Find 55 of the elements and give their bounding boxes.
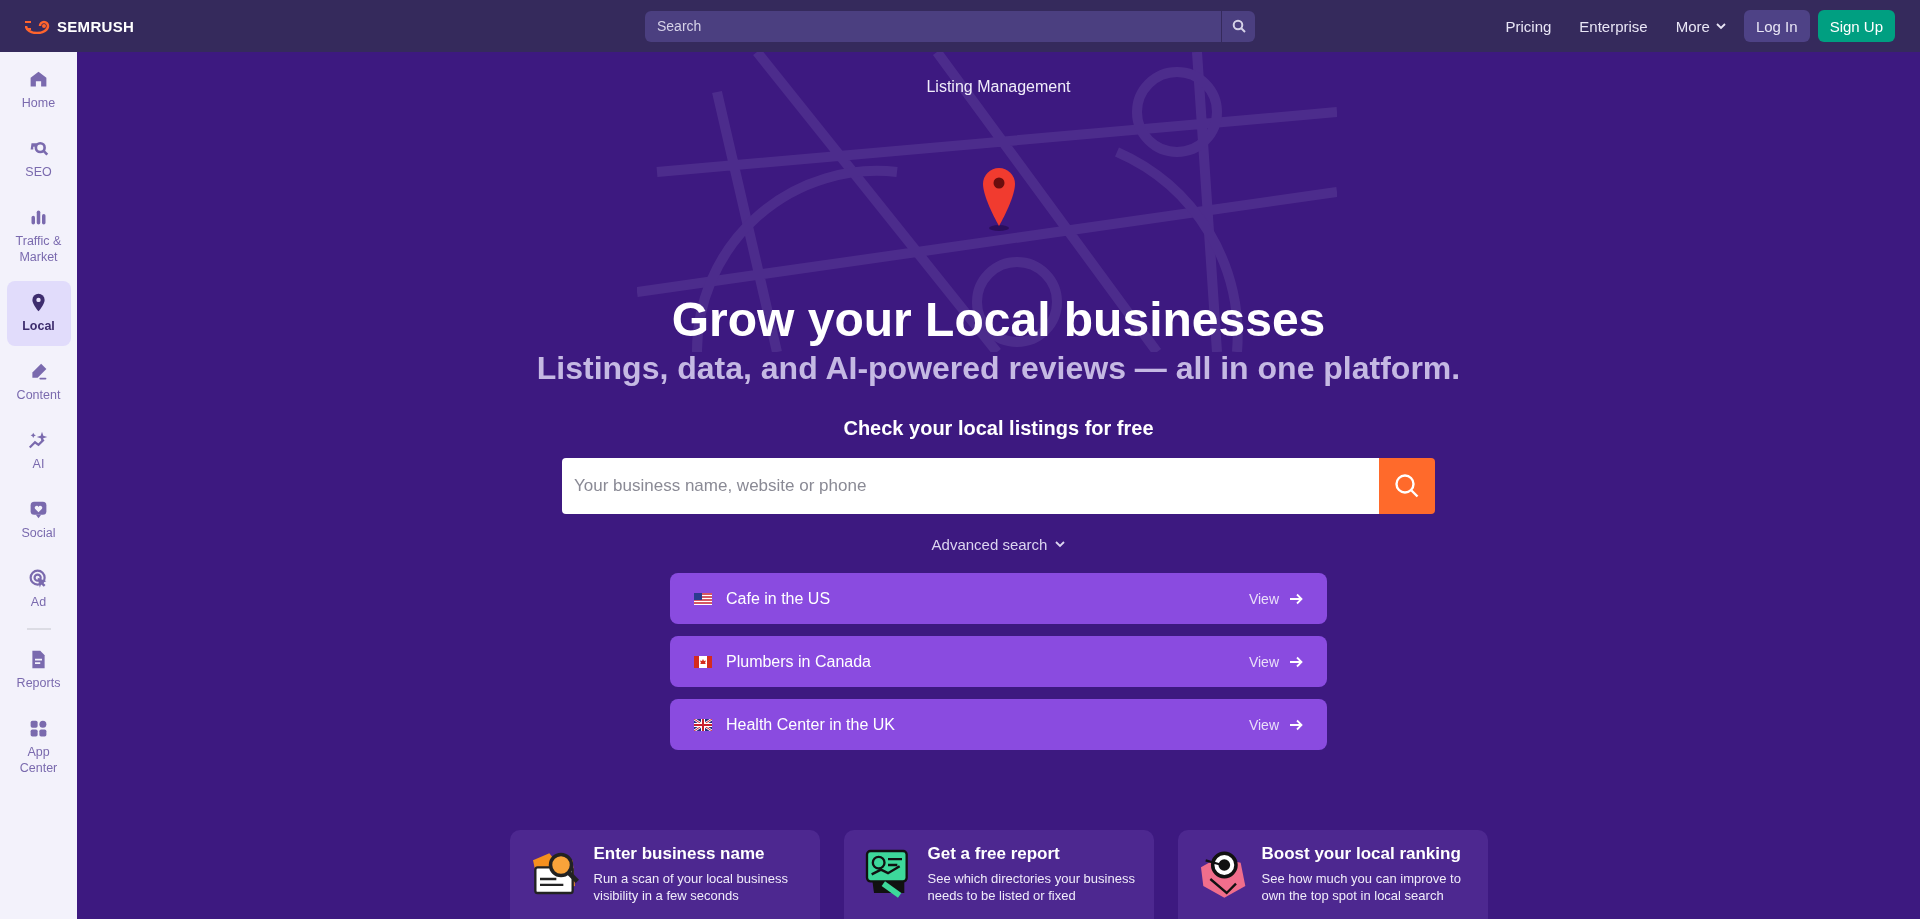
step-description: Run a scan of your local business visibility in a few seconds: [593, 870, 789, 904]
arrow-right-icon: [1289, 655, 1303, 668]
sidebar-item[interactable]: Ad: [6, 557, 71, 622]
chevron-down-icon: [1055, 541, 1066, 548]
example-search-row[interactable]: Health Center in the UK View: [670, 699, 1327, 750]
nav-link[interactable]: More: [1665, 11, 1736, 41]
search-field[interactable]: Search: [645, 10, 1221, 42]
log-in-button[interactable]: Log In: [1743, 10, 1810, 42]
view-link[interactable]: View: [1248, 653, 1303, 670]
step-title: Boost your local ranking: [1261, 844, 1462, 864]
hero-title: Grow your Local businesses: [671, 292, 1326, 348]
us-flag-icon: [694, 592, 712, 605]
step-description: See how much you can improve to own the top spot in local search: [1261, 870, 1462, 904]
business-search-field[interactable]: Your business name, website or phone: [562, 458, 1379, 514]
example-label: Health Center in the UK: [726, 715, 895, 734]
example-search-row[interactable]: Plumbers in Canada View: [670, 636, 1327, 687]
search-icon: [1394, 473, 1420, 499]
home-icon: [28, 69, 49, 90]
cursor-icon: [28, 568, 49, 589]
apps-icon: [28, 718, 49, 739]
advanced-search-link[interactable]: Advanced search: [931, 536, 1066, 553]
sparkle-icon: [28, 430, 49, 451]
step-title: Get a free report: [927, 844, 1061, 864]
arrow-right-icon: [1289, 592, 1303, 605]
sidebar-item[interactable]: AI: [6, 419, 71, 484]
step-description: See which directories your business needs to be listed or fixed: [927, 870, 1136, 904]
view-link[interactable]: View: [1248, 716, 1303, 733]
heart-icon: [28, 499, 49, 520]
brand-logo-text[interactable]: SEMRUSH: [57, 17, 135, 35]
sidebar-item[interactable]: App Center: [6, 707, 71, 788]
view-link[interactable]: View: [1248, 590, 1303, 607]
page-eyebrow: Listing Management: [926, 78, 1071, 96]
check-listings-heading: Check your local listings for free: [843, 417, 1154, 440]
step-title: Enter business name: [593, 844, 766, 864]
search-button[interactable]: [1221, 10, 1255, 42]
hero-subtitle: Listings, data, and AI-powered reviews — all in one platform.: [536, 350, 1461, 387]
sidebar-item[interactable]: Local: [6, 281, 71, 346]
search-icon: [1231, 19, 1246, 33]
sign-up-button[interactable]: Sign Up: [1817, 10, 1895, 42]
nav-link[interactable]: Enterprise: [1569, 11, 1658, 41]
uk-flag-icon: [694, 718, 712, 731]
ca-flag-icon: [694, 655, 712, 668]
sidebar-item[interactable]: Home: [6, 58, 71, 123]
sidebar-item[interactable]: Traffic & Market: [6, 196, 71, 277]
arrow-right-icon: [1289, 718, 1303, 731]
logo-flame-icon: [25, 18, 51, 34]
sidebar-item[interactable]: SEO: [6, 127, 71, 192]
example-label: Cafe in the US: [726, 589, 831, 608]
example-search-row[interactable]: Cafe in the US View: [670, 573, 1327, 624]
sidebar-item[interactable]: Reports: [6, 638, 71, 703]
nav-link[interactable]: Pricing: [1495, 11, 1562, 41]
sidebar-item[interactable]: Content: [6, 350, 71, 415]
example-label: Plumbers in Canada: [726, 652, 871, 671]
chevron-down-icon: [1715, 22, 1726, 30]
sidebar-item[interactable]: Social: [6, 488, 71, 553]
